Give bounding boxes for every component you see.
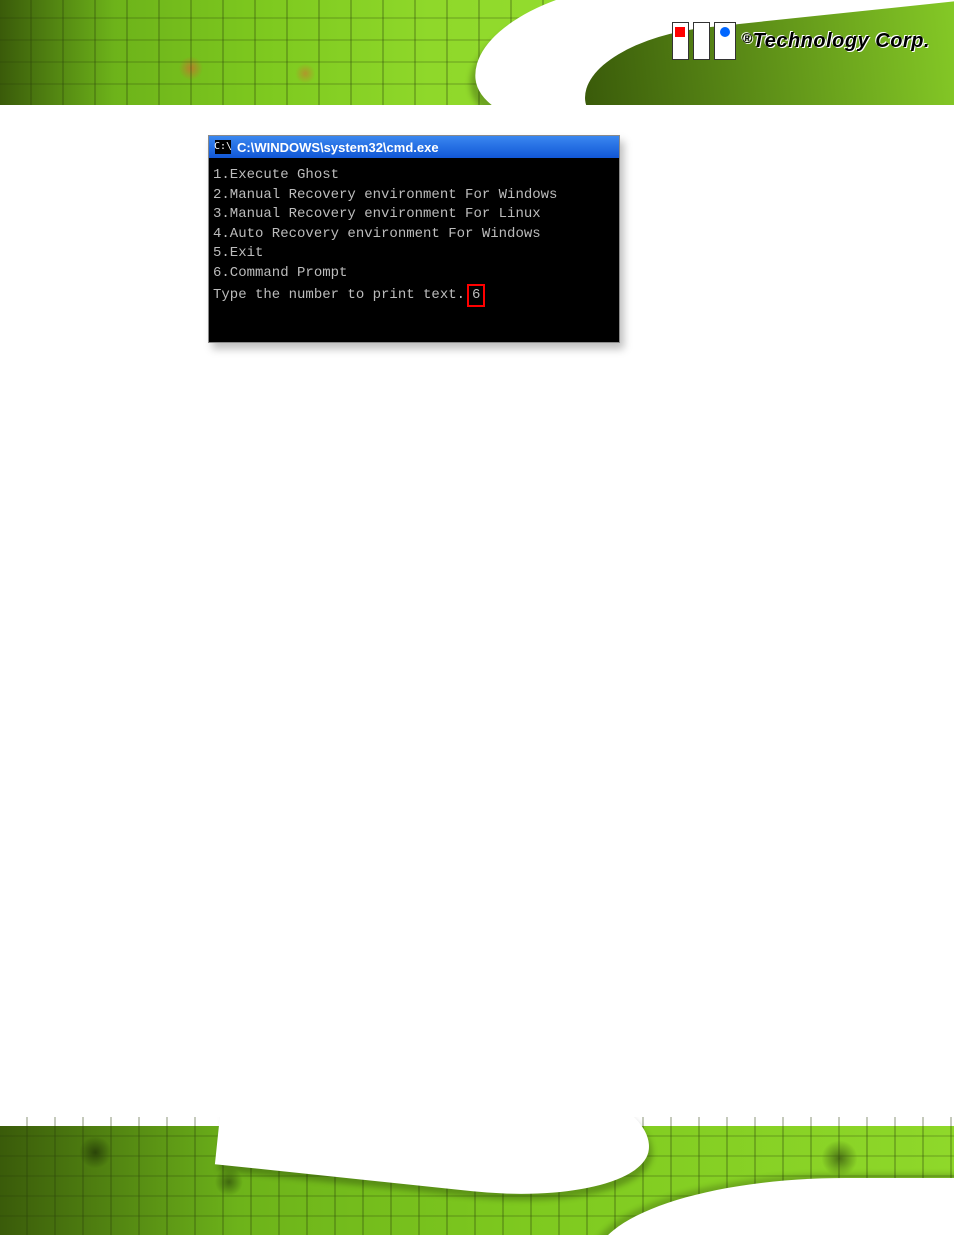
menu-line-4: 4.Auto Recovery environment For Windows xyxy=(213,226,541,242)
menu-line-1: 1.Execute Ghost xyxy=(213,167,339,183)
page-footer-band xyxy=(0,1117,954,1235)
brand-block: ®Technology Corp. xyxy=(672,22,930,60)
terminal-output[interactable]: 1.Execute Ghost 2.Manual Recovery enviro… xyxy=(209,158,619,342)
cmd-window: C:\ C:\WINDOWS\system32\cmd.exe 1.Execut… xyxy=(208,135,620,343)
menu-line-6: 6.Command Prompt xyxy=(213,265,347,281)
page-header-band: ®Technology Corp. xyxy=(0,0,954,105)
brand-name: Technology Corp. xyxy=(753,30,930,52)
menu-line-3: 3.Manual Recovery environment For Linux xyxy=(213,206,541,222)
prompt-text: Type the number to print text. xyxy=(213,287,465,303)
prompt-input-value[interactable]: 6 xyxy=(467,284,485,308)
logo-bar-mid xyxy=(693,22,710,60)
cmd-window-icon: C:\ xyxy=(215,140,231,154)
window-title: C:\WINDOWS\system32\cmd.exe xyxy=(237,141,439,154)
brand-text: ®Technology Corp. xyxy=(742,30,930,53)
brand-logo-icon xyxy=(672,22,736,60)
menu-line-2: 2.Manual Recovery environment For Window… xyxy=(213,187,557,203)
logo-bar-blue xyxy=(714,22,736,60)
titlebar-underline xyxy=(209,158,619,159)
registered-mark: ® xyxy=(742,30,753,46)
menu-line-5: 5.Exit xyxy=(213,245,263,261)
window-titlebar[interactable]: C:\ C:\WINDOWS\system32\cmd.exe xyxy=(209,136,619,158)
logo-bar-red xyxy=(672,22,689,60)
